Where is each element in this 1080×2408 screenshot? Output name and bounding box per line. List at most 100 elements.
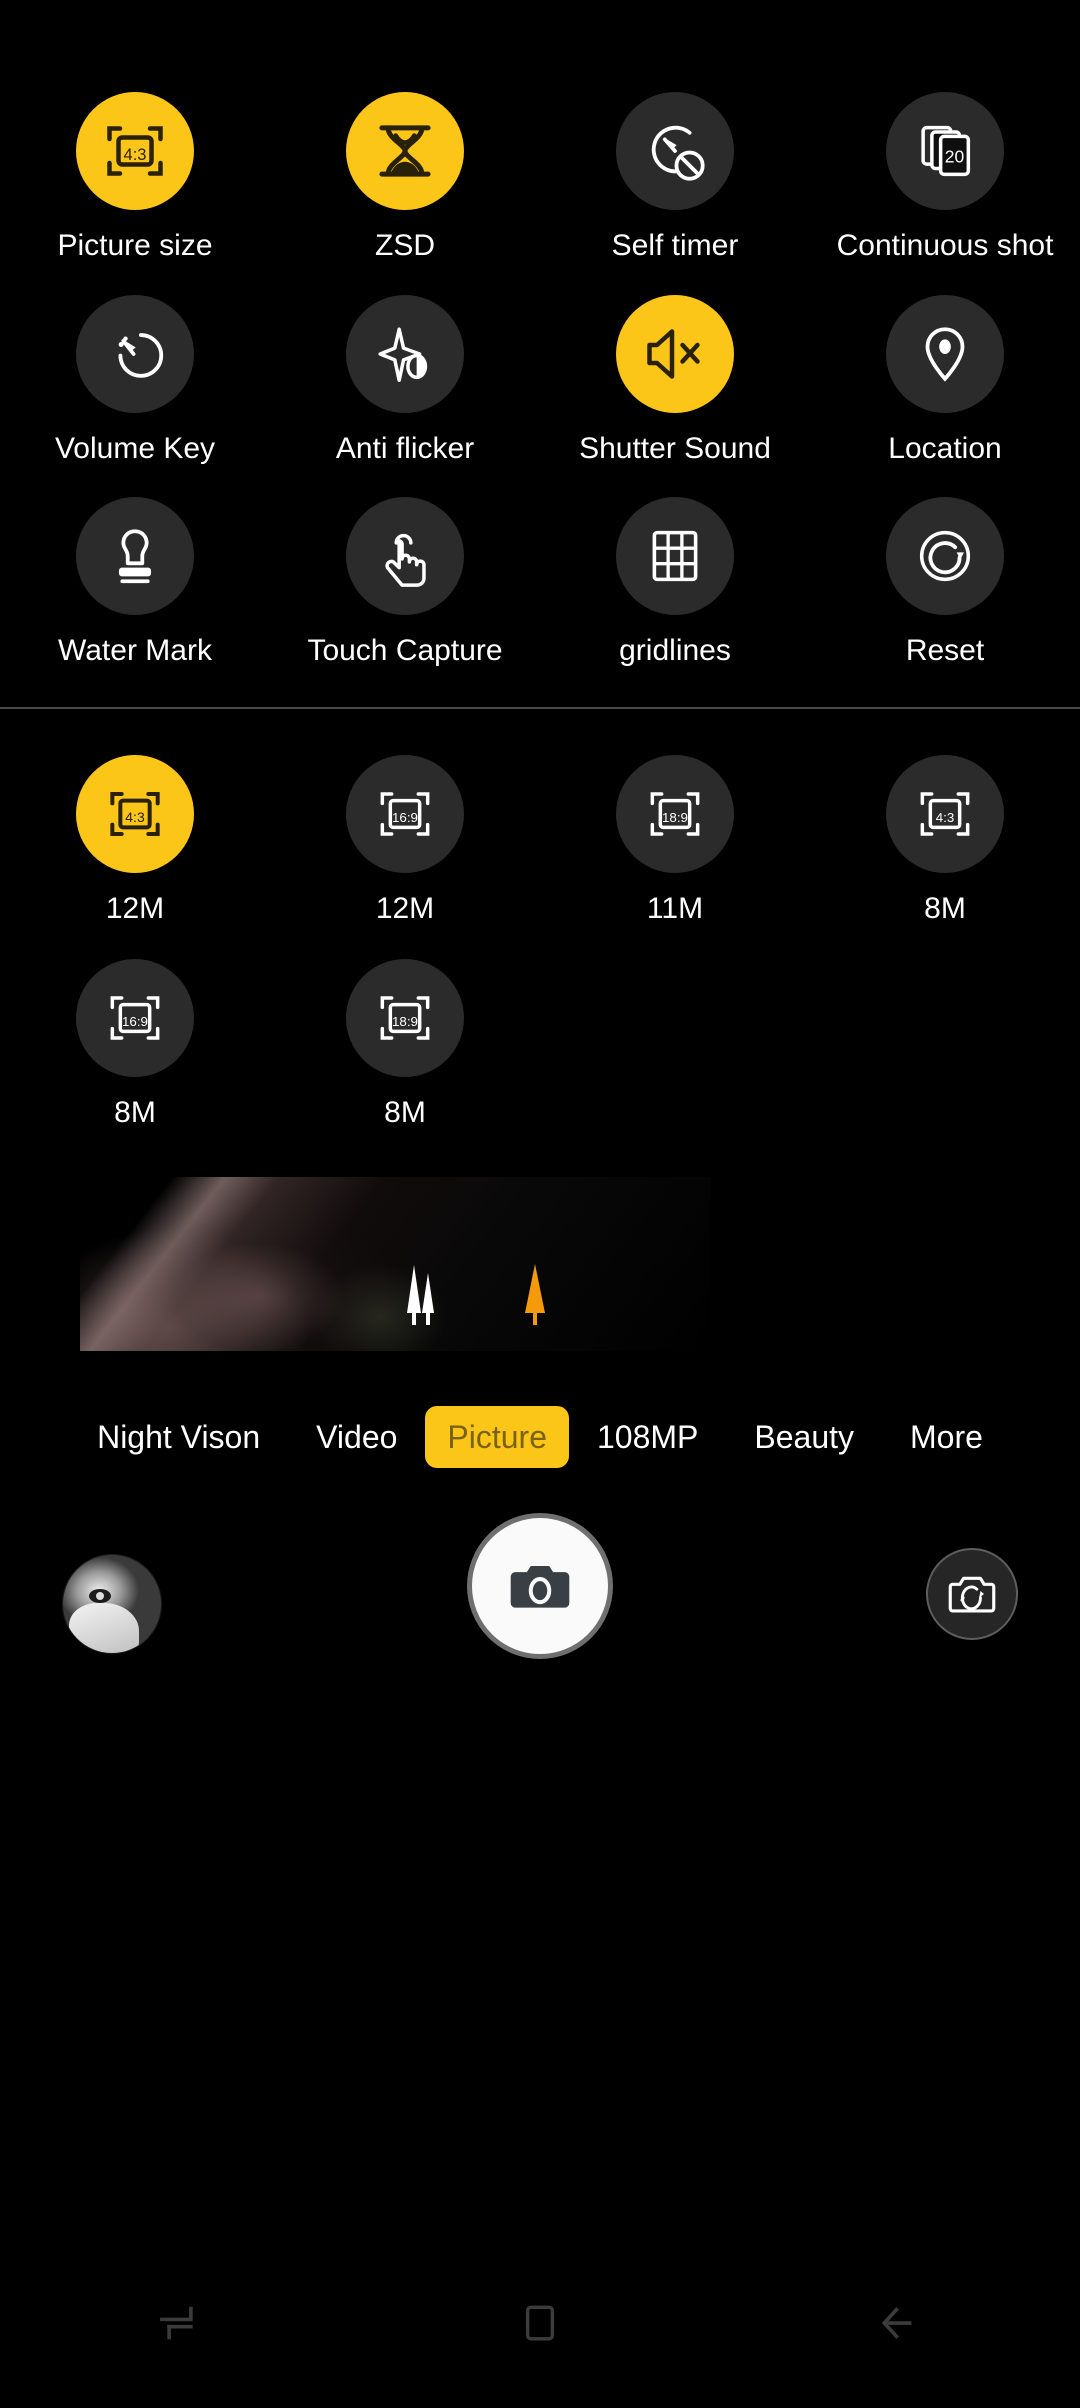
picture-size-option-12m-16-9[interactable]: 16:9 12M: [270, 755, 540, 927]
timer-off-icon: [651, 125, 705, 181]
camera-preview-image: [80, 1177, 710, 1351]
camera-controls: [0, 1501, 1080, 1751]
gridlines-icon-chip[interactable]: [616, 497, 734, 615]
setting-shutter-sound[interactable]: Shutter Sound: [540, 295, 810, 467]
setting-reset[interactable]: Reset: [810, 497, 1080, 669]
water-mark-icon-chip[interactable]: [76, 497, 194, 615]
focus-marker-orange: [525, 1264, 545, 1325]
reset-icon-chip[interactable]: [886, 497, 1004, 615]
mode-tab-night-vison[interactable]: Night Vison: [69, 1399, 288, 1475]
picture-size-row: 4:3 12M 16:9 12M 18:9 11M 4:3 8M: [0, 755, 1080, 927]
location-pin-icon: [925, 327, 965, 382]
camera-preview-strip[interactable]: [0, 1177, 1080, 1351]
setting-label: Water Mark: [58, 634, 212, 667]
setting-self-timer[interactable]: Self timer: [540, 92, 810, 264]
picture-size-option-11m-18-9[interactable]: 18:9 11M: [540, 755, 810, 927]
volume-key-icon-chip[interactable]: [76, 295, 194, 413]
focus-marker-white: [407, 1265, 434, 1325]
zsd-icon-chip[interactable]: [346, 92, 464, 210]
mode-tab-beauty[interactable]: Beauty: [726, 1399, 882, 1475]
mode-tab-video[interactable]: Video: [288, 1399, 425, 1475]
picture-size-row: 16:9 8M 18:9 8M: [0, 959, 1080, 1131]
camera-settings-screen: 4:3 Picture size ZSD Self timer 20 Conti…: [0, 0, 1080, 2408]
picture-size-label: 12M: [375, 892, 435, 925]
anti-flicker-icon-chip[interactable]: [346, 295, 464, 413]
location-icon-chip[interactable]: [886, 295, 1004, 413]
nav-recent-apps-button[interactable]: [0, 2294, 360, 2352]
picture-size-chip[interactable]: 16:9: [346, 755, 464, 873]
setting-label: Continuous shot: [836, 229, 1054, 262]
shutter-sound-icon-chip[interactable]: [616, 295, 734, 413]
ratio-badge: 18:9: [392, 1014, 418, 1029]
switch-camera-icon: [948, 1576, 996, 1613]
picture-size-label: 8M: [384, 1096, 426, 1129]
picture-size-label: 12M: [105, 892, 165, 925]
picture-size-option-12m-4-3[interactable]: 4:3 12M: [0, 755, 270, 927]
picture-size-icon-chip[interactable]: 4:3: [76, 92, 194, 210]
back-icon: [881, 2307, 912, 2339]
settings-row: 4:3 Picture size ZSD Self timer 20 Conti…: [0, 92, 1080, 264]
aspect-ratio-frame-icon: 18:9: [650, 792, 700, 836]
setting-label: Volume Key: [54, 432, 216, 465]
settings-row: Volume Key Anti flicker Shutter Sound Lo…: [0, 295, 1080, 467]
aspect-ratio-frame-icon: 4:3: [110, 792, 160, 836]
nav-back-button[interactable]: [720, 2294, 1080, 2352]
setting-label: Shutter Sound: [579, 432, 771, 465]
picture-size-chip[interactable]: 4:3: [886, 755, 1004, 873]
setting-gridlines[interactable]: gridlines: [540, 497, 810, 669]
hourglass-icon: [379, 125, 431, 177]
settings-grid: 4:3 Picture size ZSD Self timer 20 Conti…: [0, 0, 1080, 669]
grid-icon: [652, 530, 698, 582]
setting-label: gridlines: [619, 634, 731, 667]
volume-dial-icon: [118, 333, 164, 378]
picture-size-option-8m-16-9[interactable]: 16:9 8M: [0, 959, 270, 1131]
setting-location[interactable]: Location: [810, 295, 1080, 467]
setting-volume-key[interactable]: Volume Key: [0, 295, 270, 467]
picture-size-option-8m-18-9[interactable]: 18:9 8M: [270, 959, 540, 1131]
self-timer-icon-chip[interactable]: [616, 92, 734, 210]
setting-label: Self timer: [611, 229, 739, 262]
switch-camera-button[interactable]: [926, 1548, 1018, 1640]
aspect-ratio-frame-icon: 4:3: [107, 126, 163, 176]
picture-size-chip[interactable]: 18:9: [346, 959, 464, 1077]
picture-size-label: 11M: [646, 892, 704, 925]
setting-anti-flicker[interactable]: Anti flicker: [270, 295, 540, 467]
reset-circular-arrow-icon: [919, 530, 971, 582]
touch-capture-icon-chip[interactable]: [346, 497, 464, 615]
gallery-thumbnail[interactable]: [62, 1554, 162, 1654]
picture-size-badge: 4:3: [124, 146, 147, 164]
mode-selector: Night Vison Video Picture 108MP Beauty M…: [0, 1399, 1080, 1475]
picture-size-chip[interactable]: 18:9: [616, 755, 734, 873]
setting-continuous-shot[interactable]: 20 Continuous shot: [810, 92, 1080, 264]
setting-water-mark[interactable]: Water Mark: [0, 497, 270, 669]
mode-tab-picture[interactable]: Picture: [425, 1406, 569, 1468]
system-navigation-bar: [0, 2268, 1080, 2378]
thumbnail-detail: [69, 1603, 139, 1653]
thumbnail-detail: [89, 1589, 111, 1603]
nav-home-button[interactable]: [360, 2296, 720, 2350]
picture-size-chip[interactable]: 16:9: [76, 959, 194, 1077]
setting-picture-size[interactable]: 4:3 Picture size: [0, 92, 270, 264]
mode-tab-more[interactable]: More: [882, 1399, 1011, 1475]
continuous-shot-icon-chip[interactable]: 20: [886, 92, 1004, 210]
ratio-badge: 18:9: [662, 810, 688, 825]
aspect-ratio-frame-icon: 4:3: [920, 792, 970, 836]
setting-label: Touch Capture: [307, 634, 503, 667]
setting-touch-capture[interactable]: Touch Capture: [270, 497, 540, 669]
setting-label: Anti flicker: [335, 432, 475, 465]
aspect-ratio-frame-icon: 16:9: [380, 792, 430, 836]
camera-icon: [510, 1565, 570, 1608]
ratio-badge: 4:3: [125, 809, 145, 825]
ratio-badge: 16:9: [392, 810, 418, 825]
burst-stack-icon: 20: [921, 125, 971, 177]
picture-size-option-8m-4-3[interactable]: 4:3 8M: [810, 755, 1080, 927]
picture-size-chip[interactable]: 4:3: [76, 755, 194, 873]
shutter-button[interactable]: [467, 1513, 613, 1659]
mode-tab-108mp[interactable]: 108MP: [569, 1399, 726, 1475]
sparkle-contrast-icon: [378, 327, 428, 382]
setting-label: Reset: [905, 634, 985, 667]
touch-hand-icon: [385, 533, 426, 587]
setting-zsd[interactable]: ZSD: [270, 92, 540, 264]
picture-size-options: 4:3 12M 16:9 12M 18:9 11M 4:3 8M 16:9 8M…: [0, 709, 1080, 1131]
picture-size-spacer: [810, 959, 1080, 1131]
